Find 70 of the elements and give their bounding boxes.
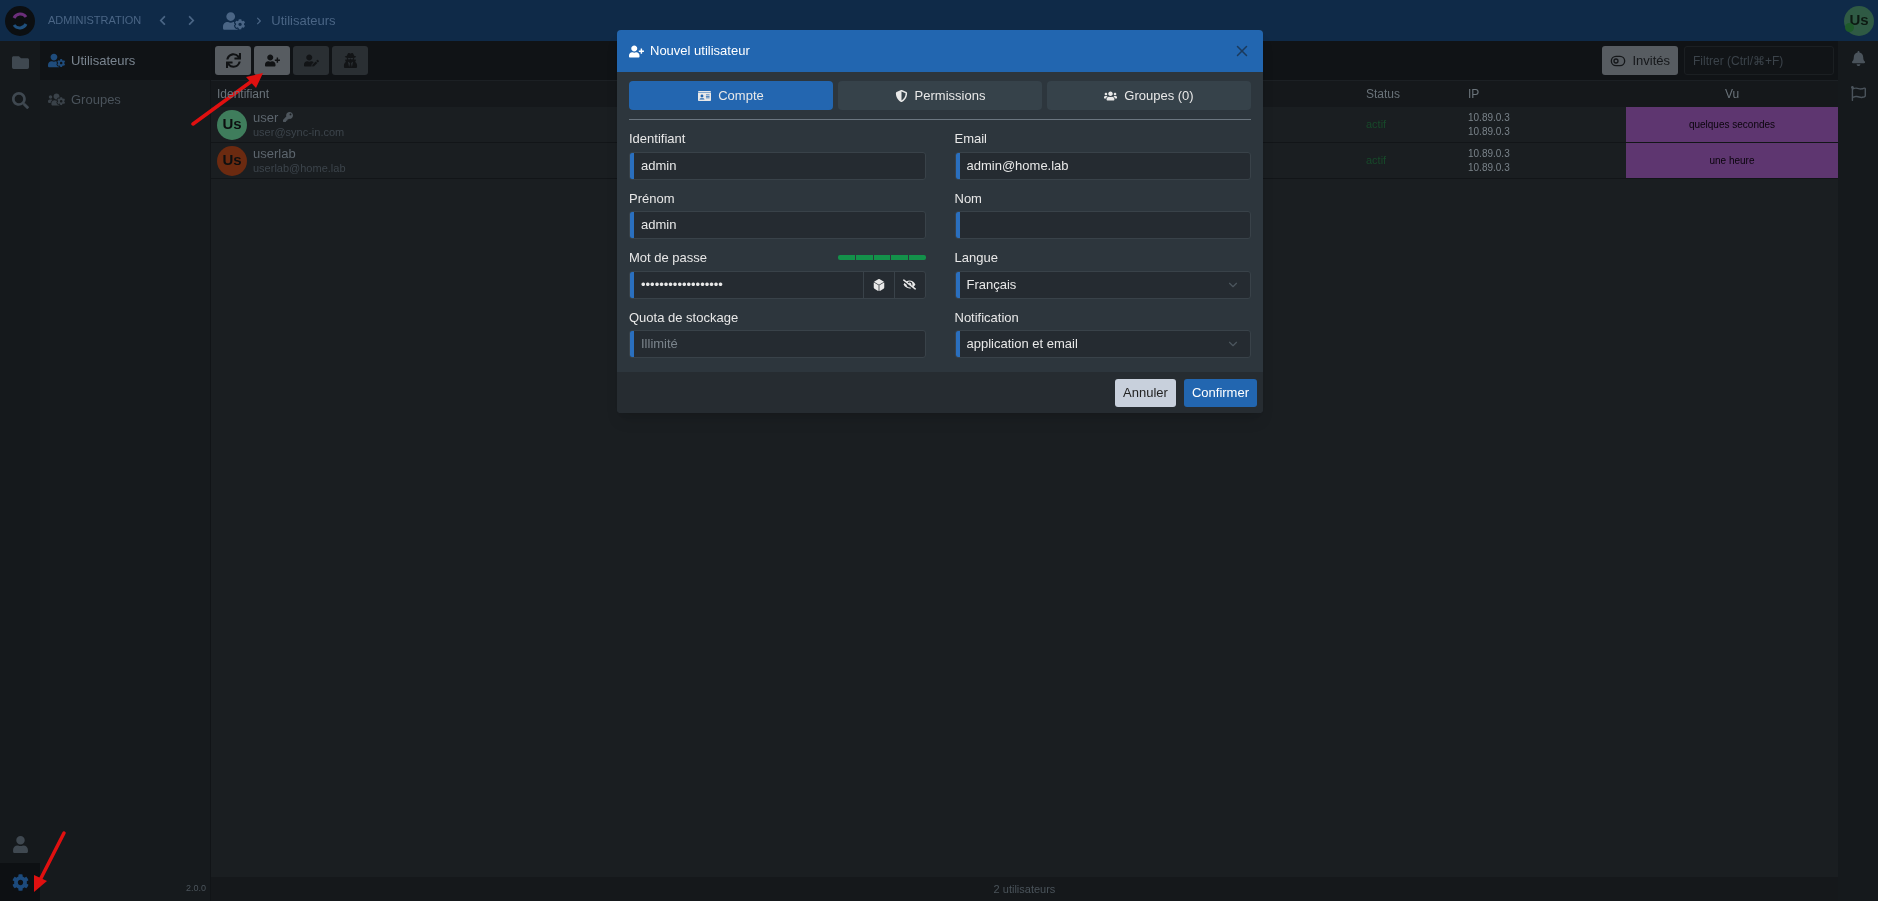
text-field[interactable]: admin xyxy=(629,151,926,180)
feedback-button[interactable] xyxy=(1850,86,1866,101)
dialog-tab[interactable]: Groupes (0) xyxy=(1047,81,1251,110)
search-icon xyxy=(11,91,29,109)
refresh-icon xyxy=(225,53,241,68)
breadcrumb-separator-icon xyxy=(255,16,264,25)
ip-address: 10.89.0.3 xyxy=(1468,146,1511,161)
groups-gear-icon xyxy=(48,92,65,107)
select-field[interactable]: Français xyxy=(954,270,1251,299)
user-plus-icon xyxy=(264,53,280,68)
section-title: ADMINISTRATION xyxy=(48,13,142,29)
field-label: Nom xyxy=(954,189,982,208)
users-icon xyxy=(1104,89,1118,102)
folder-icon xyxy=(11,53,29,71)
user-icon xyxy=(11,835,29,853)
field-label: Mot de passe xyxy=(629,249,708,267)
field-value: admin xyxy=(640,156,678,175)
column-header: Status xyxy=(1365,86,1401,103)
field-value: admin xyxy=(640,216,678,234)
password-field[interactable]: •••••••••••••••••• xyxy=(629,270,926,299)
text-field[interactable]: Illimité xyxy=(629,330,926,358)
last-seen-cell: quelques secondes xyxy=(1626,107,1838,142)
ip-address: 10.89.0.3 xyxy=(1468,124,1511,139)
field-label: Langue xyxy=(954,249,998,267)
settings-icon xyxy=(11,873,29,891)
shield-icon xyxy=(894,89,908,102)
last-seen-cell: une heure xyxy=(1626,143,1838,178)
user-count: 2 utilisateurs xyxy=(993,881,1056,897)
sidebar-item[interactable]: Utilisateurs xyxy=(40,41,210,80)
spy-icon xyxy=(342,53,358,68)
text-field[interactable] xyxy=(954,211,1251,239)
column-header: Vu xyxy=(1724,86,1740,103)
dice-icon xyxy=(872,278,885,291)
user-edit-icon xyxy=(303,53,319,68)
eye-slash-icon xyxy=(903,278,916,291)
text-field[interactable]: admin@home.lab xyxy=(954,151,1251,180)
id-card-icon xyxy=(698,89,712,102)
select-field[interactable]: application et email xyxy=(954,330,1251,358)
select-value: Français xyxy=(965,275,1018,294)
password-value: •••••••••••••••••• xyxy=(640,275,724,294)
field-value: admin@home.lab xyxy=(965,156,1070,175)
users-gear-icon xyxy=(223,11,246,30)
flag-icon xyxy=(1850,86,1866,101)
dialog-title: Nouvel utilisateur xyxy=(650,42,750,61)
app-logo xyxy=(5,5,35,36)
confirm-button[interactable]: Confirmer xyxy=(1183,378,1257,407)
field-label: Quota de stockage xyxy=(629,308,739,327)
refresh-button[interactable] xyxy=(215,46,251,75)
cancel-button[interactable]: Annuler xyxy=(1115,378,1176,407)
breadcrumb-item: Utilisateurs xyxy=(271,11,336,30)
field-label: Prénom xyxy=(629,189,675,208)
field-label: Notification xyxy=(954,308,1019,327)
user-avatar: Us xyxy=(217,145,247,176)
dialog-tab[interactable]: Permissions xyxy=(838,81,1042,110)
dialog-tab[interactable]: Compte xyxy=(629,81,833,110)
rail-button[interactable] xyxy=(0,863,40,901)
user-avatar: Us xyxy=(217,109,247,140)
ip-address: 10.89.0.3 xyxy=(1468,160,1511,175)
column-header: IP xyxy=(1467,86,1481,103)
select-value: application et email xyxy=(965,335,1079,354)
ip-address: 10.89.0.3 xyxy=(1468,110,1511,125)
user-plus-icon xyxy=(629,44,644,58)
user-name: userlab xyxy=(253,145,296,161)
user-name: user xyxy=(253,109,279,125)
users-gear-icon xyxy=(48,53,65,68)
field-placeholder: Illimité xyxy=(640,335,679,353)
text-field[interactable]: admin xyxy=(629,211,926,239)
add-user-button[interactable] xyxy=(254,46,290,75)
notifications-button[interactable] xyxy=(1850,51,1866,66)
bell-icon xyxy=(1850,51,1866,66)
